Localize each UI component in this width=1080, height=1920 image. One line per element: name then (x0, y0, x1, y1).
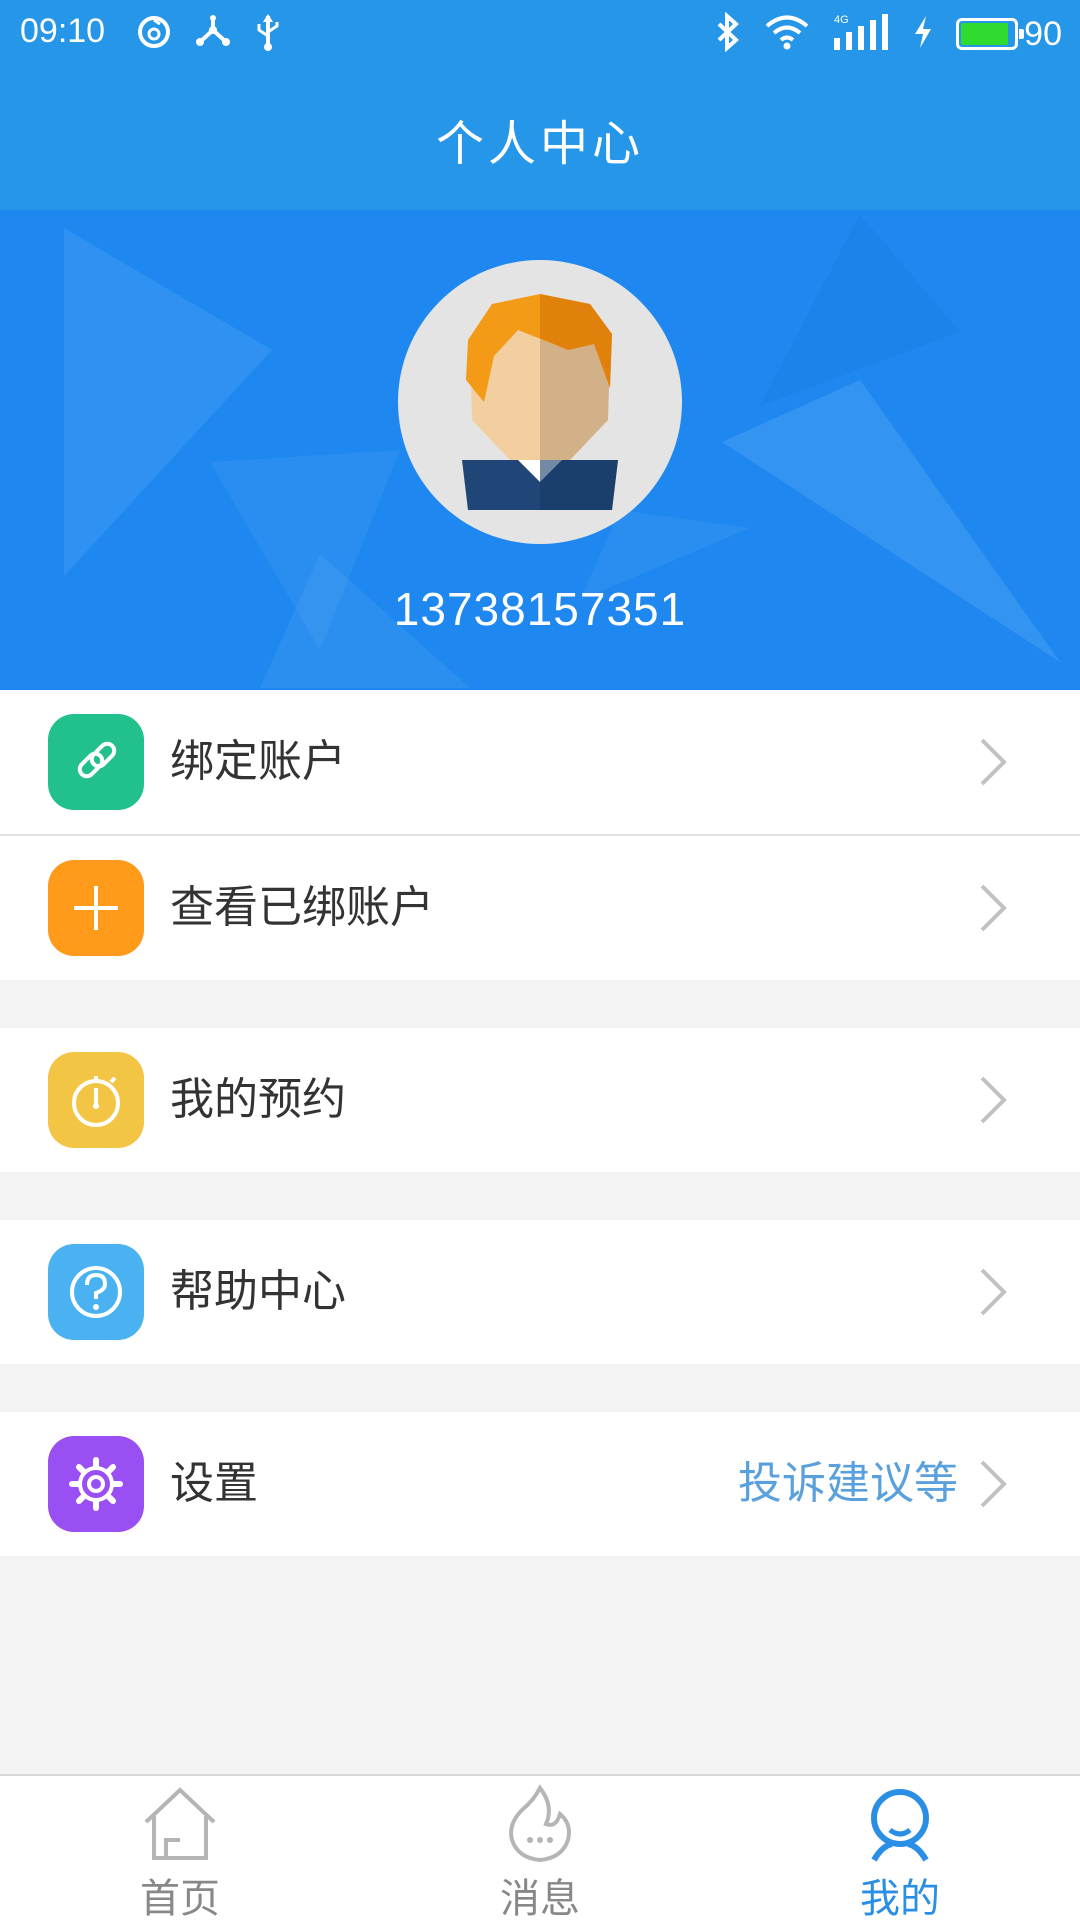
chevron-right-icon (980, 1268, 1007, 1316)
bottom-nav: 首页 消息 我的 (0, 1774, 1080, 1920)
link-icon (48, 714, 144, 810)
battery-level: 90 (1024, 14, 1062, 53)
avatar[interactable] (398, 260, 682, 544)
tab-messages[interactable]: 消息 (360, 1776, 720, 1920)
menu-item-label: 设置 (170, 1458, 258, 1509)
battery-icon: 90 (956, 15, 1062, 54)
tab-me[interactable]: 我的 (720, 1776, 1080, 1920)
stopwatch-icon (48, 1052, 144, 1148)
charging-icon (912, 14, 934, 54)
usb-icon (254, 12, 282, 56)
profile-header: 13738157351 (0, 210, 1080, 690)
page-title: 个人中心 (435, 116, 644, 172)
battery-fill (961, 23, 1008, 45)
menu-item-help-center[interactable]: 帮助中心 (0, 1220, 1080, 1364)
bluetooth-icon (714, 11, 742, 56)
network-type-text: 4G (834, 14, 849, 26)
menu-item-label: 查看已绑账户 (170, 882, 434, 933)
tab-home[interactable]: 首页 (0, 1776, 360, 1920)
menu-item-settings[interactable]: 设置 投诉建议等 (0, 1412, 1080, 1556)
message-flame-icon (509, 1784, 571, 1863)
phone-number: 13738157351 (393, 583, 687, 635)
share-hub-icon (194, 14, 232, 54)
menu-item-label: 帮助中心 (170, 1266, 346, 1317)
chevron-right-icon (980, 1460, 1007, 1508)
menu-item-label: 绑定账户 (170, 736, 346, 787)
tab-label: 我的 (860, 1876, 940, 1920)
male-avatar-icon (462, 294, 618, 510)
status-time: 09:10 (20, 12, 106, 50)
title-bar: 个人中心 (0, 68, 1080, 210)
tab-label: 消息 (500, 1876, 580, 1920)
menu-item-my-reservations[interactable]: 我的预约 (0, 1028, 1080, 1172)
menu-item-bind-account[interactable]: 绑定账户 (0, 690, 1080, 834)
chevron-right-icon (980, 884, 1007, 932)
gear-icon (48, 1436, 144, 1532)
home-icon (144, 1787, 216, 1860)
menu-item-label: 我的预约 (170, 1074, 346, 1125)
netease-music-icon (136, 14, 172, 54)
status-bar: 09:10 4G 90 (0, 0, 1080, 68)
question-icon (48, 1244, 144, 1340)
user-icon (871, 1789, 929, 1862)
signal-icon: 4G (832, 12, 890, 56)
menu-item-hint: 投诉建议等 (738, 1458, 958, 1509)
tab-label: 首页 (140, 1876, 220, 1920)
wifi-icon (764, 13, 810, 55)
chevron-right-icon (980, 1076, 1007, 1124)
menu-item-view-bound[interactable]: 查看已绑账户 (0, 836, 1080, 980)
chevron-right-icon (980, 738, 1007, 786)
plus-icon (48, 860, 144, 956)
